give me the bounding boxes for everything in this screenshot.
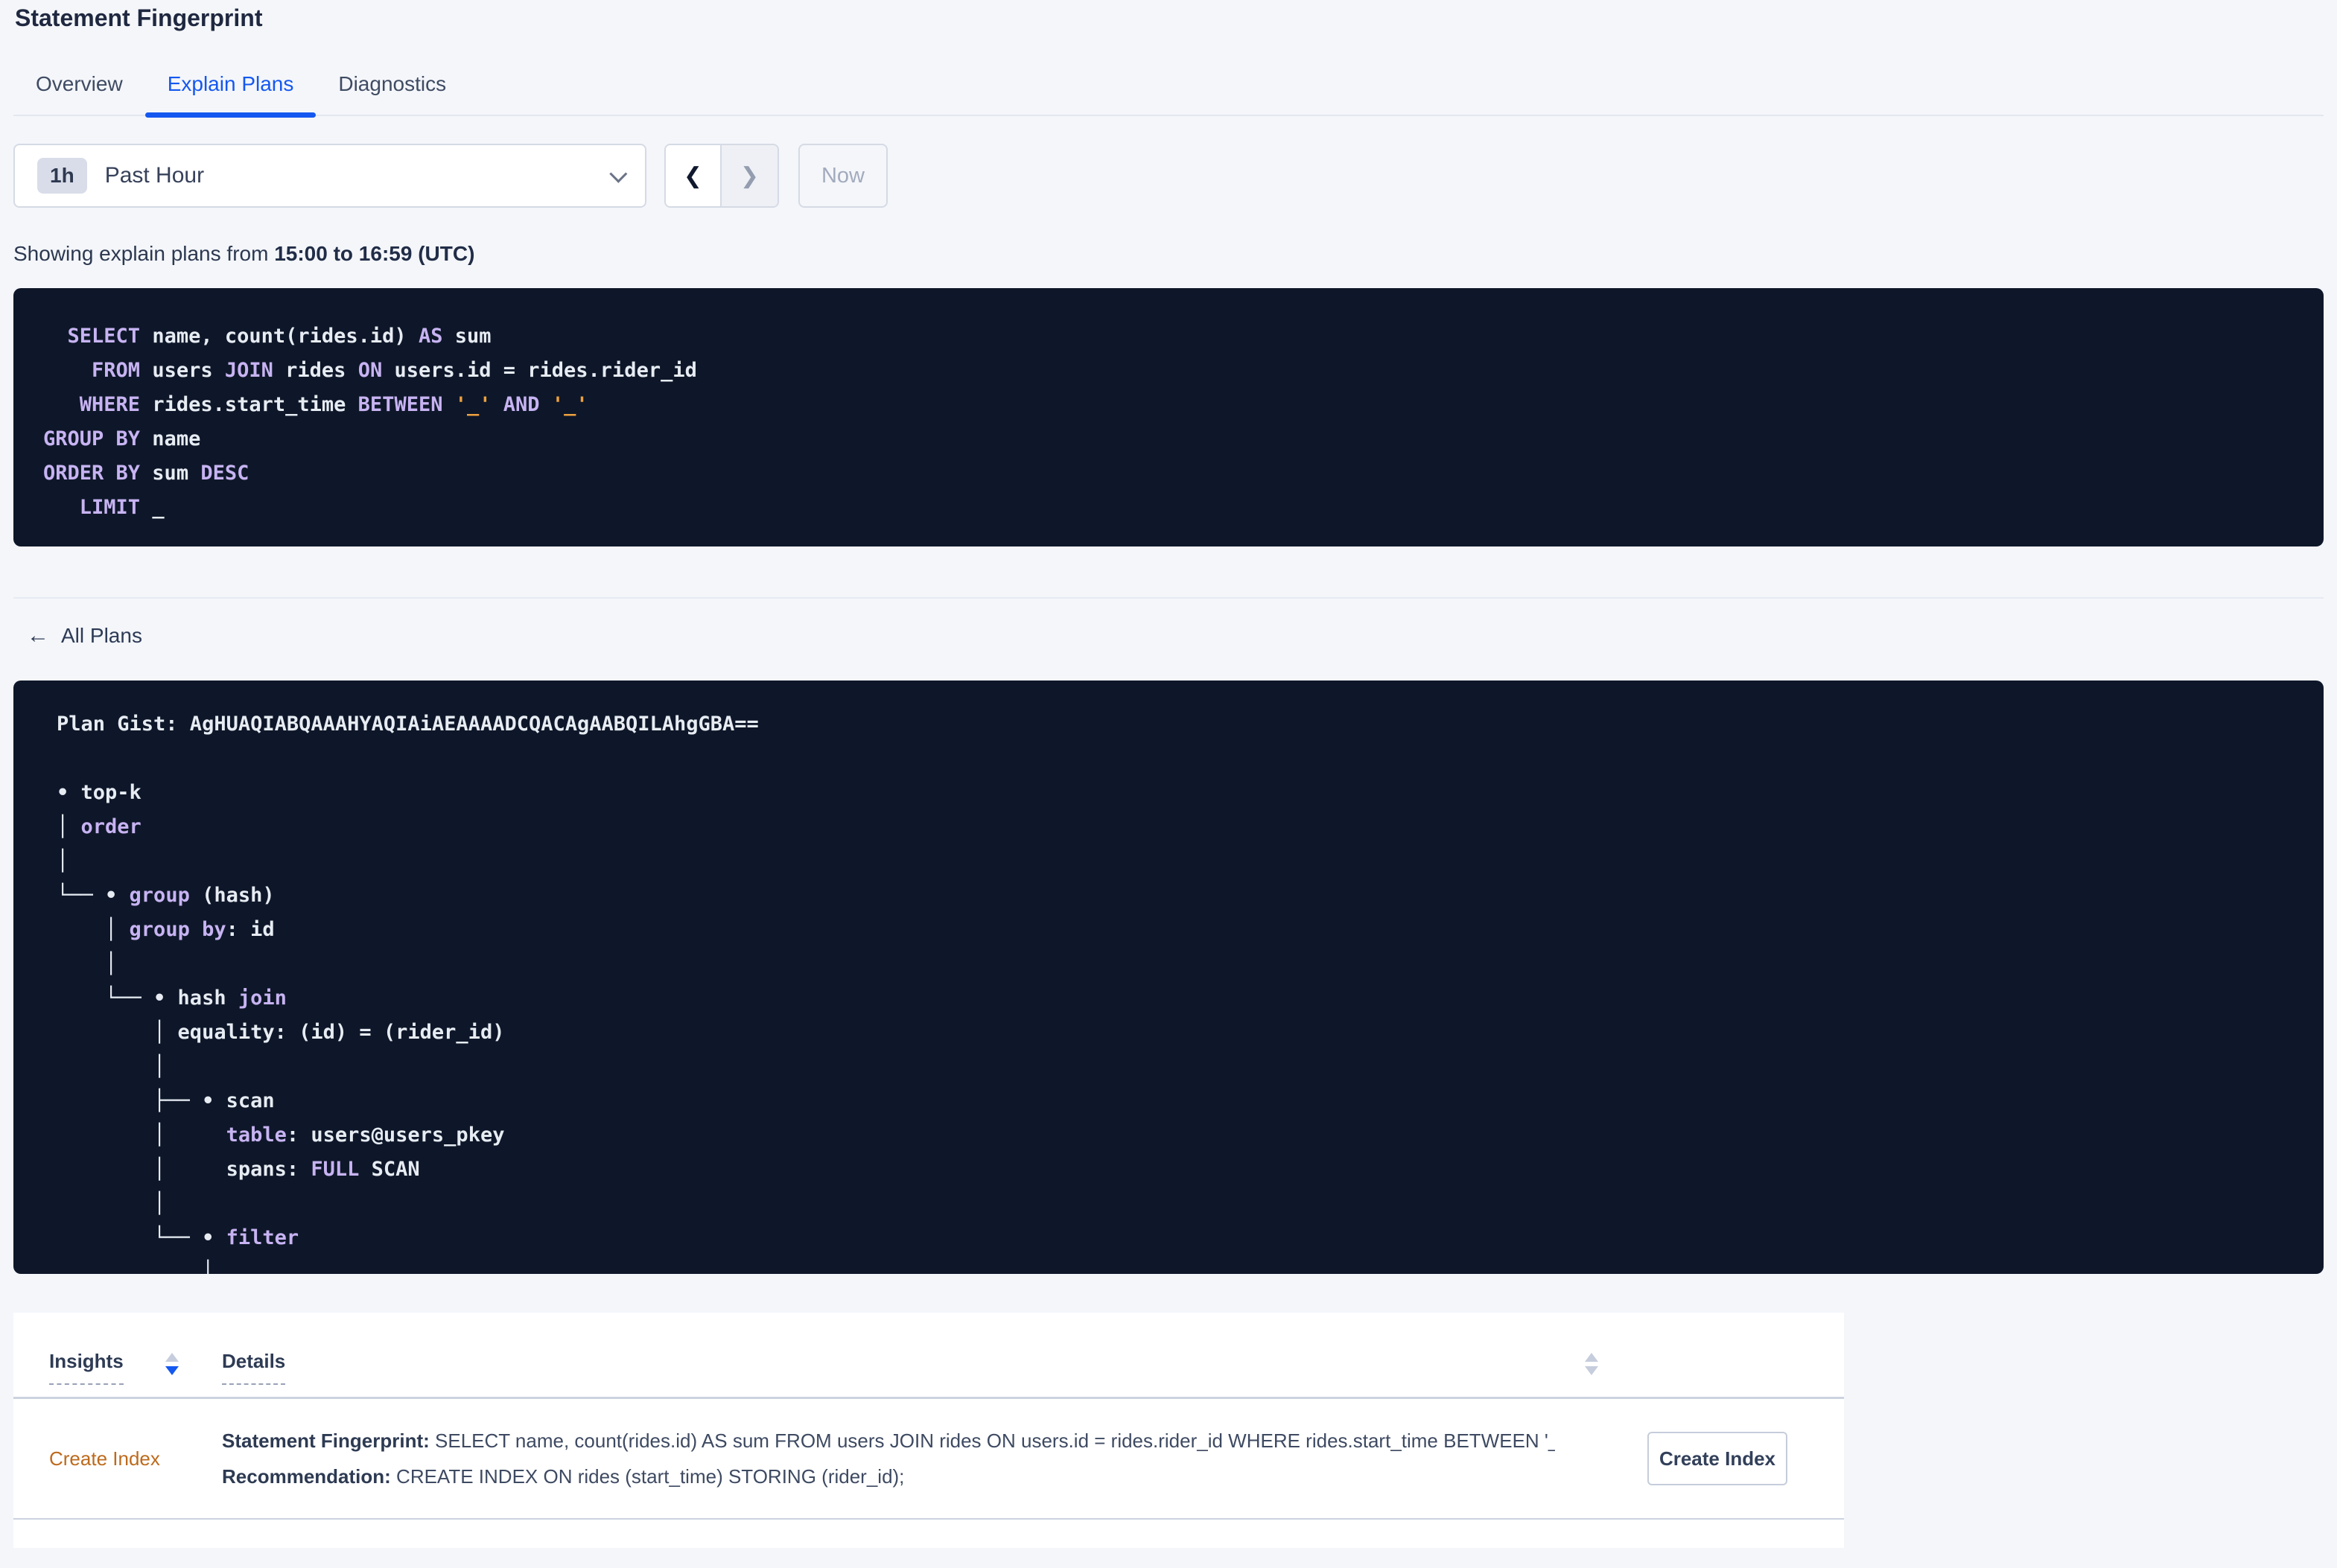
time-range-badge: 1h	[37, 158, 87, 194]
sql-statement-panel: SELECT name, count(rides.id) AS sum FROM…	[13, 288, 2324, 546]
details-column-label[interactable]: Details	[222, 1350, 286, 1385]
time-step-buttons: ❮ ❯	[664, 144, 779, 208]
now-button[interactable]: Now	[798, 144, 888, 208]
showing-prefix: Showing explain plans from	[13, 242, 275, 265]
plan-tree: • top-k │ order │ └── • group (hash) │ grou…	[57, 781, 505, 1274]
insight-type-link[interactable]: Create Index	[49, 1447, 160, 1470]
table-row: Create Index Statement Fingerprint: SELE…	[13, 1399, 1844, 1520]
create-index-button[interactable]: Create Index	[1647, 1432, 1787, 1485]
column-header-insights: Insights	[49, 1350, 222, 1385]
insight-details-cell: Statement Fingerprint: SELECT name, coun…	[222, 1423, 1555, 1494]
sort-desc-icon	[165, 1366, 179, 1375]
column-header-details: Details	[222, 1350, 1844, 1385]
tab-label: Explain Plans	[167, 72, 294, 95]
statement-fingerprint-line: Statement Fingerprint: SELECT name, coun…	[222, 1430, 1555, 1452]
section-divider	[13, 597, 2324, 599]
sort-asc-icon	[165, 1353, 179, 1362]
insights-column-label[interactable]: Insights	[49, 1350, 124, 1385]
action-cell: Create Index	[1647, 1432, 1787, 1485]
prev-time-button[interactable]: ❮	[666, 145, 722, 206]
sort-asc-icon	[1585, 1353, 1598, 1362]
sort-desc-icon	[1585, 1366, 1598, 1375]
tab-diagnostics[interactable]: Diagnostics	[316, 63, 468, 115]
plan-gist-panel: Plan Gist: AgHUAQIABQAAAHYAQIAiAEAAAADCQ…	[13, 681, 2324, 1274]
tab-overview[interactable]: Overview	[13, 63, 145, 115]
tab-explain-plans[interactable]: Explain Plans	[144, 63, 317, 118]
tab-bar: Overview Explain Plans Diagnostics	[13, 63, 2324, 118]
sql-code: SELECT name, count(rides.id) AS sum FROM…	[43, 325, 697, 519]
sort-icon-details[interactable]	[1585, 1353, 1598, 1375]
insights-table-header: Insights Details	[13, 1313, 1844, 1399]
tab-label: Diagnostics	[338, 72, 447, 95]
showing-range: 15:00 to 16:59 (UTC)	[274, 242, 475, 265]
chevron-right-icon: ❯	[740, 163, 760, 188]
next-time-button[interactable]: ❯	[722, 145, 778, 206]
left-arrow-icon: ←	[27, 623, 49, 648]
all-plans-link[interactable]: ← All Plans	[13, 624, 142, 648]
time-range-dropdown[interactable]: 1h Past Hour	[13, 144, 646, 208]
tab-label: Overview	[36, 72, 123, 95]
page-title: Statement Fingerprint	[15, 4, 263, 31]
time-controls: 1h Past Hour ❮ ❯ Now	[13, 144, 2324, 208]
insights-table-card: Insights Details Create Index Statement …	[13, 1313, 1844, 1548]
active-tab-underline	[144, 112, 317, 118]
all-plans-label: All Plans	[61, 624, 142, 647]
plan-gist: Plan Gist: AgHUAQIABQAAAHYAQIAiAEAAAADCQ…	[57, 713, 759, 736]
time-range-label: Past Hour	[104, 163, 205, 188]
insight-type-cell: Create Index	[49, 1447, 222, 1470]
chevron-down-icon	[609, 165, 628, 183]
sort-icon-insights[interactable]	[165, 1353, 179, 1375]
chevron-left-icon: ❮	[683, 163, 703, 188]
showing-range-text: Showing explain plans from 15:00 to 16:5…	[13, 242, 2324, 266]
recommendation-line: Recommendation: CREATE INDEX ON rides (s…	[222, 1465, 905, 1488]
